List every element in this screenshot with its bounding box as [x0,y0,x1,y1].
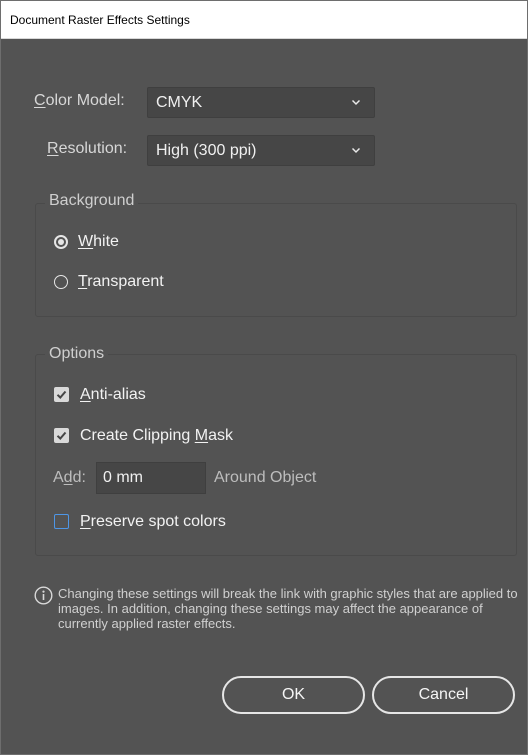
color-model-value: CMYK [156,94,203,111]
chevron-down-icon [352,99,360,106]
background-legend: Background [45,192,139,210]
preserve-spot-label[interactable]: Preserve spot colors [80,513,226,531]
white-radio[interactable] [54,235,68,249]
cancel-button[interactable]: Cancel [372,676,515,714]
white-radio-label[interactable]: White [78,233,119,251]
transparent-radio-label[interactable]: Transparent [78,273,164,291]
around-object-label: Around Object [214,469,317,486]
clipping-mask-label[interactable]: Create Clipping Mask [80,427,233,445]
clipping-mask-checkbox[interactable] [54,428,69,443]
anti-alias-label[interactable]: Anti-alias [80,386,146,404]
resolution-label: Resolution: [47,140,128,157]
checkmark-icon [56,431,67,440]
info-icon [34,586,53,605]
resolution-select[interactable]: High (300 ppi) [147,135,375,166]
transparent-radio[interactable] [54,275,68,289]
chevron-down-icon [352,147,360,154]
anti-alias-checkbox[interactable] [54,387,69,402]
background-group [35,203,517,317]
resolution-value: High (300 ppi) [156,142,257,159]
add-input[interactable]: 0 mm [96,462,206,494]
raster-effects-dialog: Document Raster Effects Settings Color M… [0,0,528,755]
ok-button[interactable]: OK [222,676,365,714]
dialog-title: Document Raster Effects Settings [1,1,527,39]
info-message: Changing these settings will break the l… [58,586,518,631]
color-model-label: Color Model: [34,92,125,109]
checkmark-icon [56,390,67,399]
color-model-select[interactable]: CMYK [147,87,375,118]
add-label: Add: [53,469,86,486]
options-legend: Options [45,345,109,363]
preserve-spot-checkbox[interactable] [54,514,69,529]
